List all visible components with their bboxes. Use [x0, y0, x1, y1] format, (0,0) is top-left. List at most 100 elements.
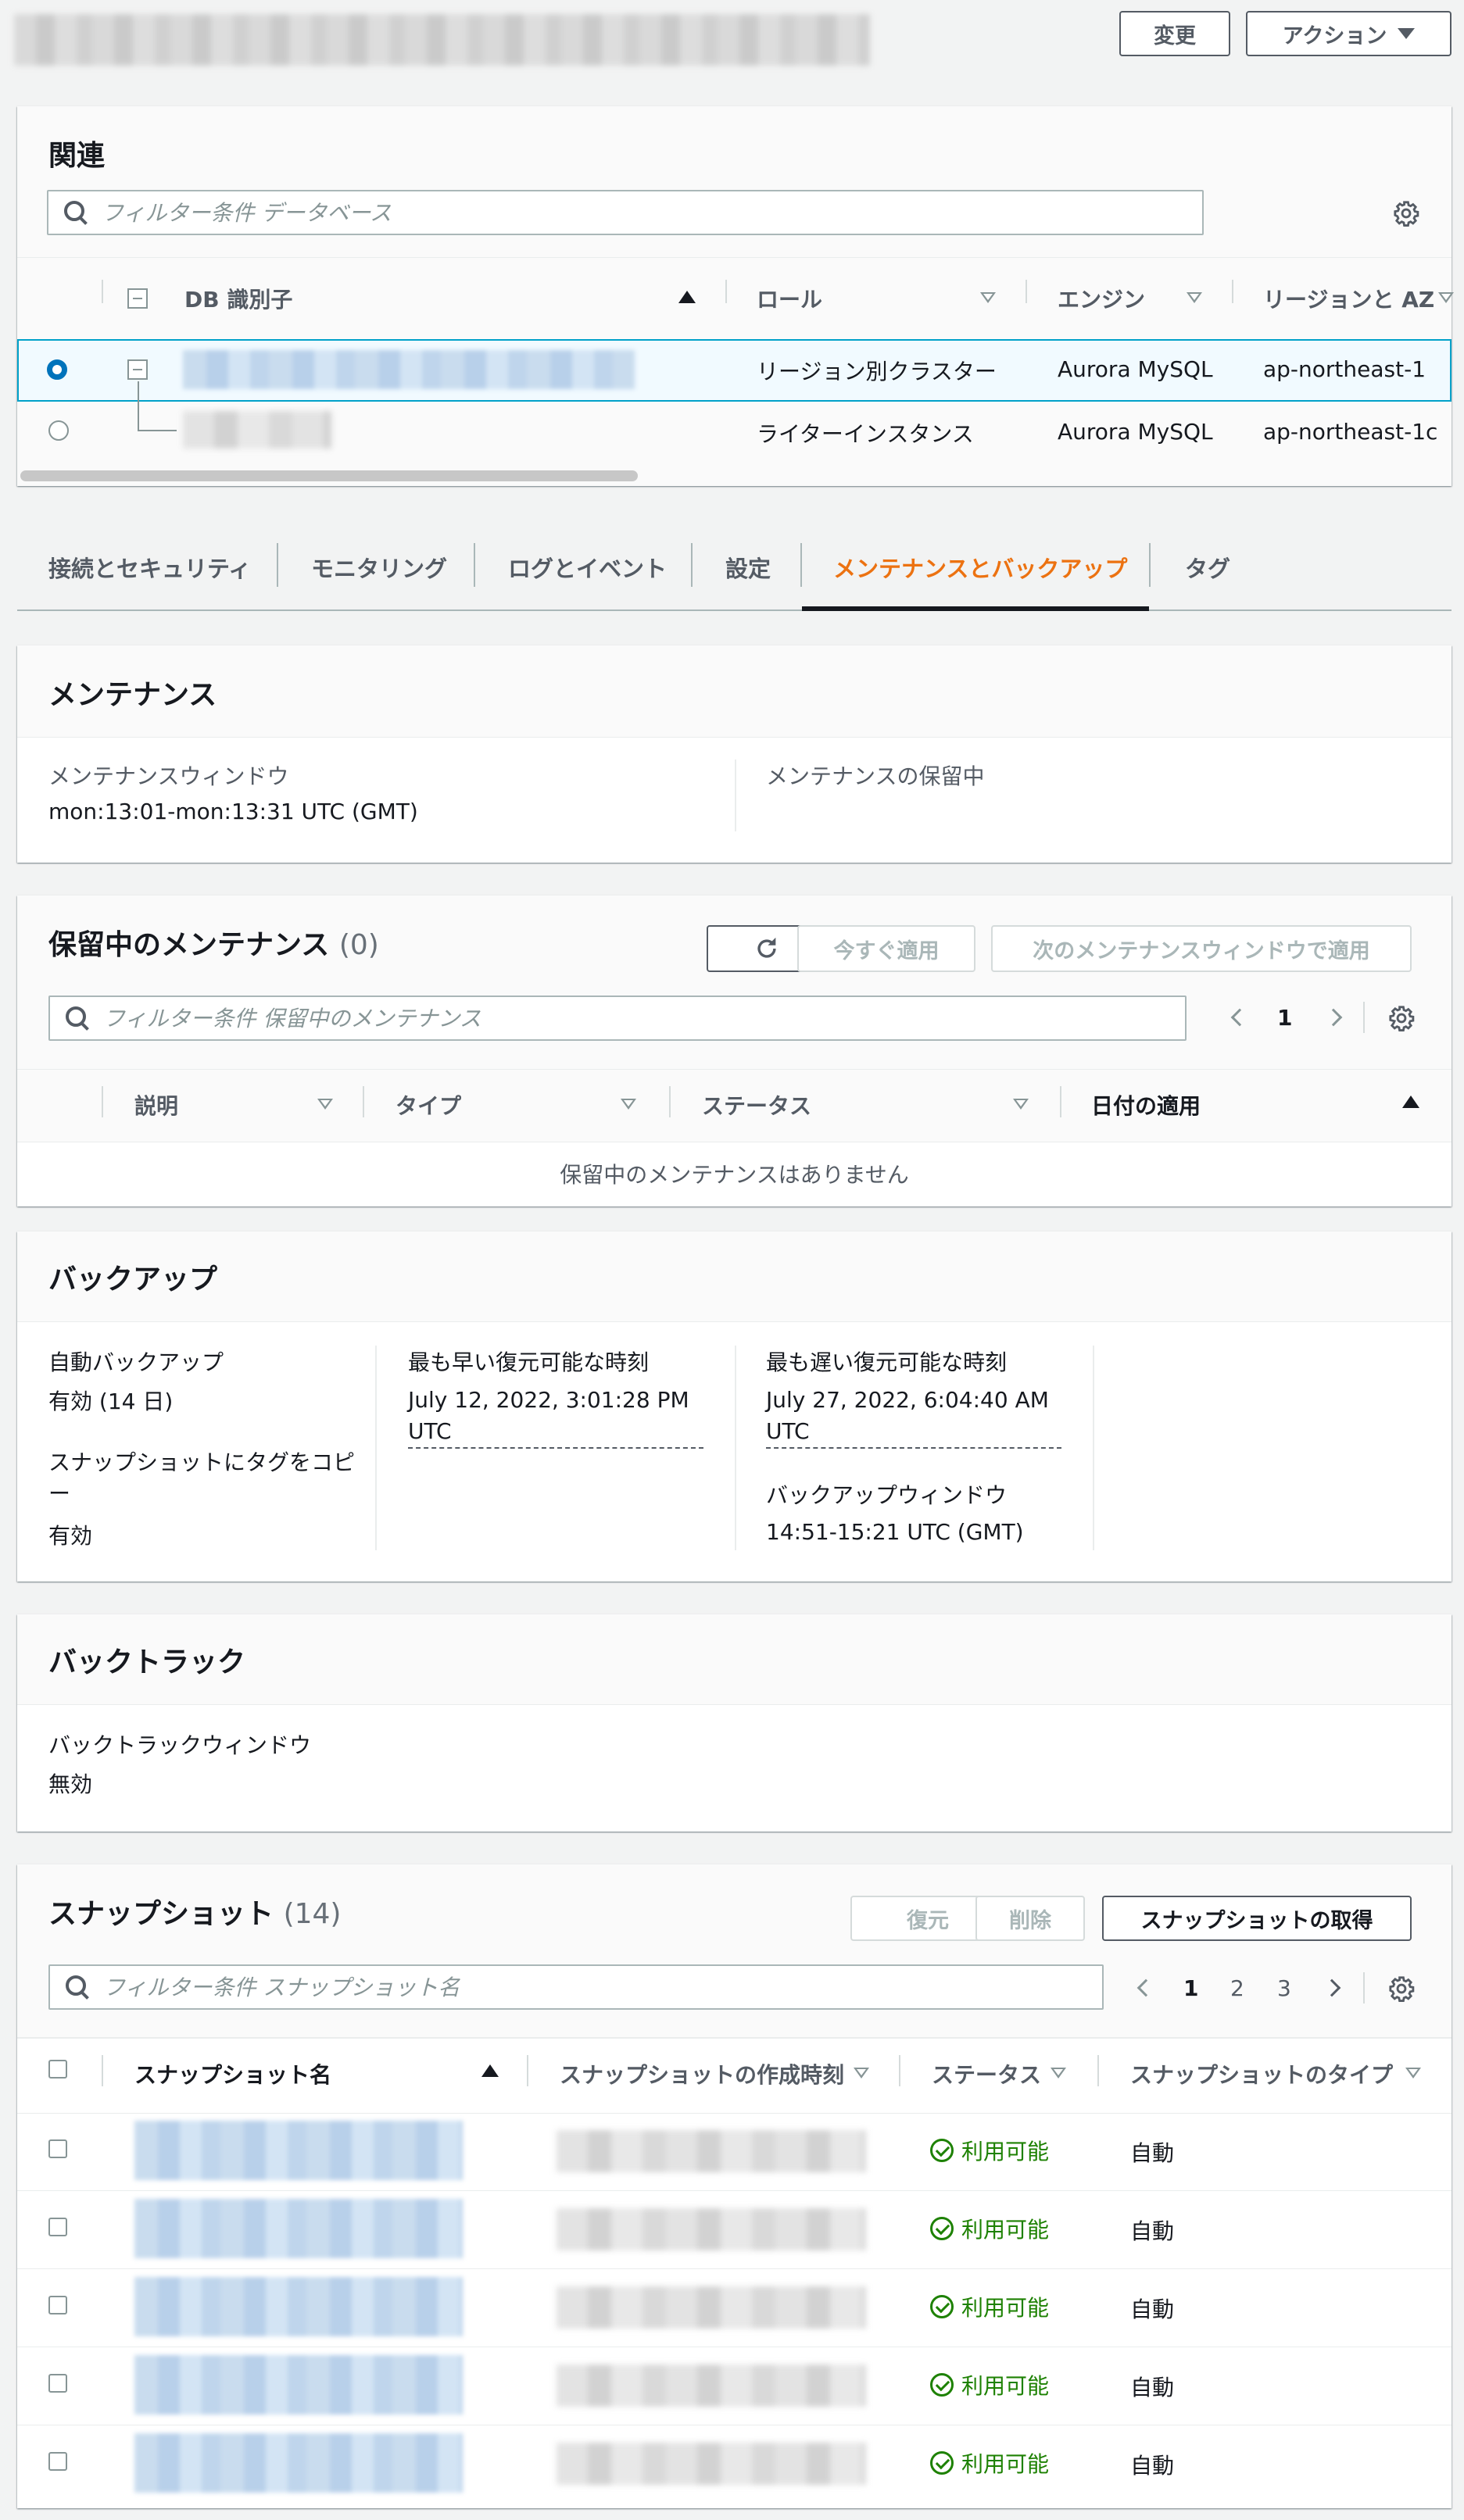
maintenance-window-label: メンテナンスウィンドウ [48, 763, 289, 789]
page-3[interactable]: 3 [1277, 1975, 1291, 2001]
row-checkbox[interactable] [48, 2296, 67, 2314]
col-description[interactable]: 説明 [134, 1089, 178, 1121]
row-radio-selected[interactable] [47, 359, 67, 380]
status-ok-icon [930, 2217, 954, 2240]
snapshot-name-redacted[interactable] [134, 2277, 463, 2336]
tab-configuration[interactable]: 設定 [725, 551, 771, 584]
db-identifier-redacted[interactable] [183, 350, 635, 389]
col-region-az-label: リージョンと AZ [1263, 287, 1435, 313]
instance-identifier-redacted[interactable] [183, 411, 331, 449]
apply-next-window-button[interactable]: 次のメンテナンスウィンドウで適用 [991, 925, 1412, 972]
gear-icon[interactable] [1388, 1975, 1415, 2002]
status-label: 利用可能 [961, 2139, 1050, 2164]
col-type-label: タイプ [396, 1093, 462, 1119]
collapse-icon[interactable] [127, 359, 148, 380]
col-apply-date[interactable]: 日付の適用 [1091, 1089, 1201, 1121]
pending-search-input[interactable] [103, 1005, 1068, 1031]
col-status[interactable]: ステータス [702, 1089, 811, 1121]
related-search[interactable] [47, 190, 1204, 235]
snapshots-search-input[interactable] [103, 1974, 998, 2000]
restore-label: 復元 [907, 1908, 949, 1933]
snapshots-count: (14) [283, 1898, 342, 1930]
sort-ascending-icon[interactable] [481, 2064, 499, 2077]
row-checkbox[interactable] [48, 2452, 67, 2471]
snapshot-name-redacted[interactable] [134, 2355, 463, 2415]
snapshot-name-redacted[interactable] [134, 2433, 463, 2493]
active-tab-indicator [802, 606, 1149, 611]
col-created-time-label: スナップショットの作成時刻 [560, 2062, 845, 2088]
col-status[interactable]: ステータス [932, 2058, 1041, 2089]
row-checkbox[interactable] [48, 2218, 67, 2236]
sort-ascending-icon[interactable] [1402, 1096, 1419, 1108]
snapshot-name-redacted[interactable] [134, 2121, 463, 2180]
modify-button[interactable]: 変更 [1119, 11, 1230, 56]
delete-button[interactable]: 削除 [975, 1896, 1085, 1941]
sort-icon[interactable] [854, 2068, 869, 2079]
apply-now-button[interactable]: 今すぐ適用 [797, 925, 975, 972]
snapshot-row[interactable]: 利用可能 自動 [17, 2425, 1451, 2504]
gear-icon[interactable] [1388, 1005, 1415, 1031]
resource-title-redacted [14, 14, 870, 66]
gear-icon[interactable] [1393, 200, 1419, 227]
copy-tags-label: スナップショットにタグをコピー [48, 1449, 356, 1507]
row-checkbox[interactable] [48, 2374, 67, 2393]
status-ok-icon [930, 2451, 954, 2475]
tab-monitoring[interactable]: モニタリング [311, 551, 447, 584]
row-checkbox[interactable] [48, 2139, 67, 2158]
earliest-restore-value[interactable]: July 12, 2022, 3:01:28 PM UTC [408, 1385, 705, 1447]
sort-icon[interactable] [1405, 2068, 1421, 2079]
col-snapshot-type[interactable]: スナップショットのタイプ [1130, 2058, 1393, 2089]
status-label: 利用可能 [961, 2451, 1050, 2477]
col-status-label: ステータス [932, 2062, 1042, 2088]
tab-tags[interactable]: タグ [1185, 551, 1230, 584]
auto-backup-label: 自動バックアップ [48, 1349, 224, 1375]
snapshot-row[interactable]: 利用可能 自動 [17, 2269, 1451, 2347]
col-snapshot-name[interactable]: スナップショット名 [134, 2058, 331, 2089]
sort-ascending-icon[interactable] [678, 291, 696, 303]
backup-window-value: 14:51-15:21 UTC (GMT) [766, 1519, 1024, 1545]
status-available: 利用可能 [930, 2369, 1049, 2400]
take-snapshot-button[interactable]: スナップショットの取得 [1102, 1896, 1412, 1941]
row-radio[interactable] [48, 420, 69, 441]
snapshot-row[interactable]: 利用可能 自動 [17, 2191, 1451, 2269]
col-db-identifier[interactable]: DB 識別子 [184, 283, 292, 314]
sort-icon[interactable] [980, 292, 996, 303]
actions-button[interactable]: アクション [1246, 11, 1451, 56]
page-1[interactable]: 1 [1277, 1005, 1292, 1031]
status-ok-icon [930, 2295, 954, 2318]
latest-restore-value[interactable]: July 27, 2022, 6:04:40 AM UTC [766, 1385, 1063, 1447]
related-search-input[interactable] [102, 199, 1083, 226]
sort-icon[interactable] [317, 1099, 333, 1110]
tab-connectivity[interactable]: 接続とセキュリティ [48, 551, 251, 584]
col-snapshot-type-label: スナップショットのタイプ [1130, 2062, 1394, 2088]
created-time-redacted [557, 2208, 866, 2250]
col-type[interactable]: タイプ [396, 1089, 461, 1121]
snapshot-row[interactable]: 利用可能 自動 [17, 2347, 1451, 2425]
sort-icon[interactable] [1051, 2068, 1066, 2079]
page-2[interactable]: 2 [1230, 1975, 1244, 2001]
pending-search[interactable] [48, 995, 1187, 1041]
tab-maintenance-backup[interactable]: メンテナンスとバックアップ [833, 551, 1127, 584]
page-1[interactable]: 1 [1183, 1975, 1198, 2001]
pending-maintenance-label: メンテナンスの保留中 [766, 763, 985, 789]
tab-logs-events[interactable]: ログとイベント [508, 551, 667, 584]
horizontal-scrollbar[interactable] [20, 470, 638, 481]
status-available: 利用可能 [930, 2291, 1049, 2322]
col-created-time[interactable]: スナップショットの作成時刻 [560, 2058, 844, 2089]
col-role[interactable]: ロール [757, 283, 822, 314]
sort-icon[interactable] [1187, 292, 1202, 303]
collapse-all-icon[interactable] [127, 288, 148, 309]
snapshot-row[interactable]: 利用可能 自動 [17, 2113, 1451, 2191]
sort-icon[interactable] [621, 1099, 636, 1110]
sort-icon[interactable] [1013, 1099, 1029, 1110]
snapshot-name-redacted[interactable] [134, 2199, 463, 2258]
take-snapshot-label: スナップショットの取得 [1140, 1908, 1373, 1933]
col-region-az[interactable]: リージョンと AZ [1263, 283, 1434, 314]
copy-tags-value: 有効 [48, 1523, 93, 1549]
sort-icon[interactable] [1438, 292, 1454, 303]
col-engine[interactable]: エンジン [1058, 283, 1145, 314]
select-all-checkbox[interactable] [48, 2060, 67, 2079]
status-label: 利用可能 [961, 2217, 1050, 2243]
actions-button-label: アクション [1282, 23, 1387, 48]
snapshots-search[interactable] [48, 1964, 1104, 2010]
